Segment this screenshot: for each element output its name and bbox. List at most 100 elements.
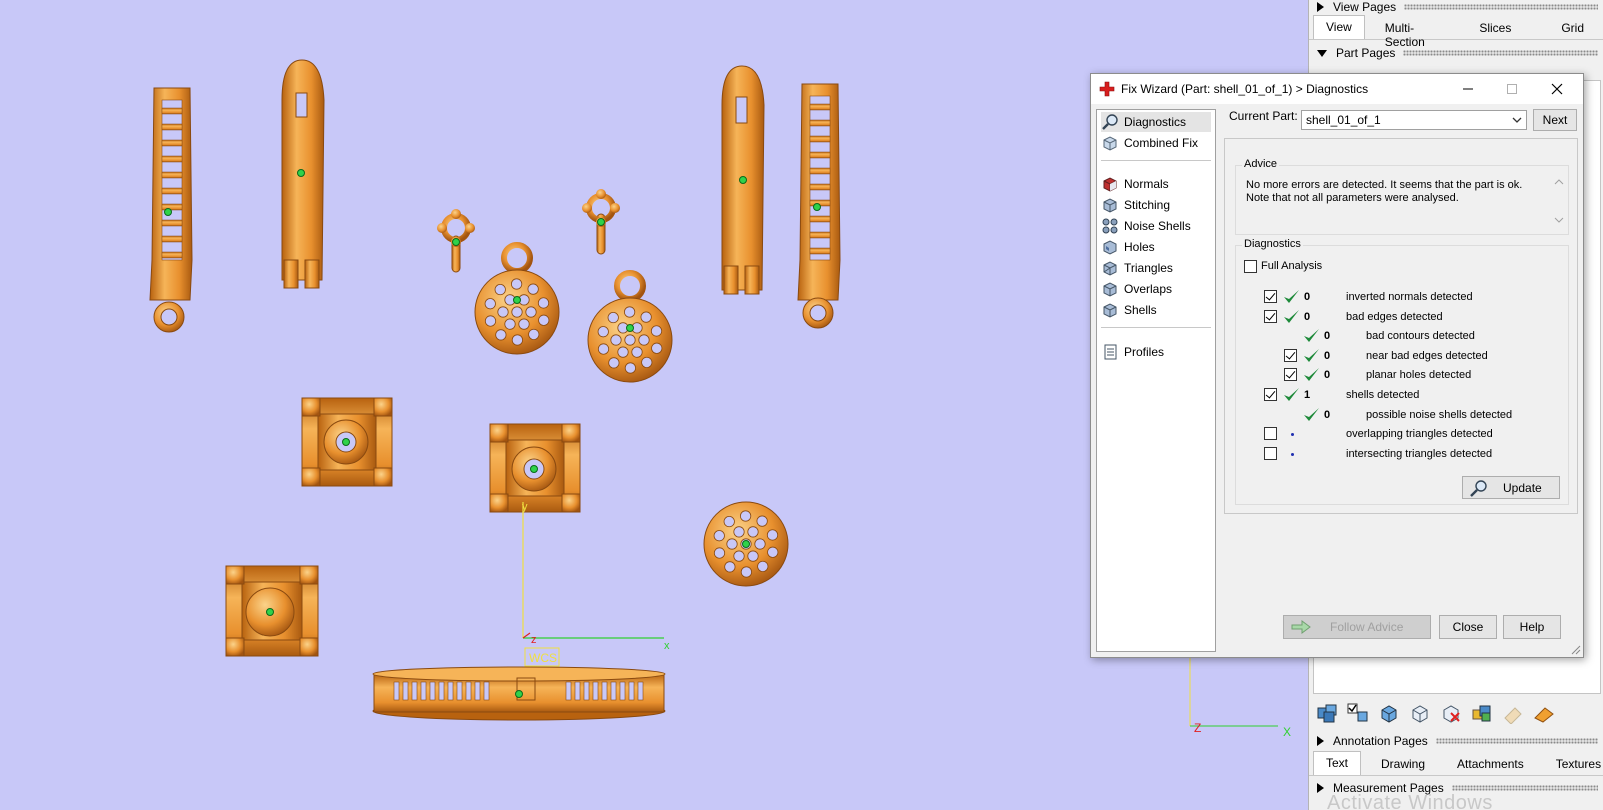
wcs-axes: y z x WCS	[522, 501, 670, 667]
round-pendant-part[interactable]	[703, 501, 789, 587]
nav-label-shells: Shells	[1124, 303, 1157, 317]
parts-cubes-icon[interactable]	[1313, 700, 1341, 726]
nav-label-profiles: Profiles	[1124, 345, 1165, 359]
ok-check-icon	[1304, 368, 1319, 382]
annotation-pages-tabbar: Text Drawing Attachments Textures	[1309, 751, 1603, 776]
diagnostic-checkbox[interactable]	[1264, 388, 1277, 401]
next-button[interactable]: Next	[1533, 109, 1577, 131]
magnifier-icon	[1101, 113, 1119, 131]
square-bead-part[interactable]	[301, 397, 393, 487]
pendant-hole	[757, 560, 769, 573]
nav-item-combined-fix[interactable]: Combined Fix	[1101, 133, 1211, 153]
ok-check-icon	[1304, 329, 1319, 343]
axis2-z-label: Z	[1194, 721, 1201, 735]
annotation-pages-label: Annotation Pages	[1333, 734, 1428, 748]
flat-strip-part[interactable]	[281, 59, 325, 289]
tab-view[interactable]: View	[1313, 15, 1365, 39]
pendant-hole	[754, 538, 766, 550]
round-pendant-part[interactable]	[587, 270, 673, 383]
tab-grid[interactable]: Grid	[1549, 17, 1596, 39]
pendant-hole	[497, 306, 509, 318]
advice-scrollbar[interactable]	[1552, 176, 1566, 226]
tab-textures[interactable]: Textures	[1544, 753, 1603, 775]
minimize-button[interactable]	[1446, 74, 1490, 104]
advice-title: Advice	[1242, 158, 1280, 170]
pendant-hole	[650, 325, 663, 337]
tab-drawing[interactable]: Drawing	[1369, 753, 1437, 775]
nav-item-triangles[interactable]: Triangles	[1101, 258, 1211, 278]
annotation-pages-header[interactable]: Annotation Pages	[1309, 730, 1603, 752]
full-analysis-checkbox[interactable]	[1244, 260, 1257, 273]
maximize-icon	[1507, 84, 1517, 94]
noise-shells-icon	[1101, 217, 1119, 235]
header-dots	[1435, 738, 1598, 744]
pendant-hole	[610, 334, 622, 346]
follow-advice-button[interactable]: Follow Advice	[1283, 615, 1431, 639]
part-disabled-icon[interactable]	[1499, 700, 1527, 726]
nav-item-profiles[interactable]: Profiles	[1101, 342, 1211, 362]
nav-item-shells[interactable]: Shells	[1101, 300, 1211, 320]
diagnostic-checkbox[interactable]	[1264, 290, 1277, 303]
arrow-right-icon	[1291, 620, 1311, 634]
pendant-hole	[511, 278, 523, 290]
nav-item-noise-shells[interactable]: Noise Shells	[1101, 216, 1211, 236]
dialog-titlebar[interactable]: Fix Wizard (Part: shell_01_of_1) > Diagn…	[1091, 74, 1583, 104]
pendant-hole	[504, 318, 516, 330]
part-orange-icon[interactable]	[1530, 700, 1558, 726]
part-toolbar	[1309, 698, 1603, 728]
nav-item-diagnostics[interactable]: Diagnostics	[1101, 112, 1211, 132]
delete-part-icon[interactable]	[1437, 700, 1465, 726]
small-charm-part[interactable]	[437, 209, 475, 273]
diagnostics-title: Diagnostics	[1242, 238, 1303, 250]
diagnostic-checkbox[interactable]	[1264, 427, 1277, 441]
maximize-button[interactable]	[1490, 74, 1534, 104]
nav-item-overlaps[interactable]: Overlaps	[1101, 279, 1211, 299]
tab-text[interactable]: Text	[1313, 751, 1362, 775]
diagnostic-row: 0 near bad edges detected	[1236, 347, 1576, 367]
tab-attachments[interactable]: Attachments	[1445, 753, 1536, 775]
square-bead-part[interactable]	[489, 423, 581, 513]
nav-item-normals[interactable]: Normals	[1101, 174, 1211, 194]
round-pendant-part[interactable]	[474, 242, 560, 355]
ring-band-part[interactable]	[372, 666, 666, 721]
small-charm-part[interactable]	[582, 189, 620, 255]
merge-parts-icon[interactable]	[1468, 700, 1496, 726]
header-dots	[1404, 4, 1598, 10]
pendant-hole	[724, 561, 736, 573]
update-button[interactable]: Update	[1462, 476, 1560, 499]
diagnostic-checkbox[interactable]	[1284, 368, 1297, 382]
square-bead-part[interactable]	[225, 565, 319, 657]
diagnostic-checkbox[interactable]	[1264, 309, 1277, 323]
diagnostic-label: bad edges detected	[1346, 310, 1443, 323]
close-button[interactable]: Close	[1439, 615, 1497, 639]
select-parts-icon[interactable]	[1344, 700, 1372, 726]
nav-item-stitching[interactable]: Stitching	[1101, 195, 1211, 215]
wcs-label: WCS	[529, 651, 557, 665]
ladder-band-part[interactable]	[149, 87, 193, 333]
cube-wire-icon[interactable]	[1406, 700, 1434, 726]
view-axis-indicator: Z X	[1189, 658, 1291, 739]
diagnostic-label: possible noise shells detected	[1366, 408, 1513, 421]
flat-strip-part[interactable]	[721, 65, 765, 295]
close-window-button[interactable]	[1535, 74, 1579, 104]
expand-arrow-icon	[1317, 49, 1327, 57]
axis-z-label: z	[531, 634, 537, 646]
current-part-label: Current Part:	[1229, 109, 1298, 123]
cube-blue-icon[interactable]	[1375, 700, 1403, 726]
pendant-hole	[607, 311, 619, 324]
part-pages-header[interactable]: Part Pages	[1309, 42, 1603, 64]
diagnostic-checkbox[interactable]	[1264, 446, 1277, 460]
diagnostic-checkbox[interactable]	[1284, 348, 1297, 362]
nav-label-combined-fix: Combined Fix	[1124, 136, 1199, 150]
help-button[interactable]: Help	[1503, 615, 1561, 639]
resize-grip-icon[interactable]	[1571, 645, 1581, 655]
diagnostic-count: 0	[1304, 291, 1311, 303]
tab-multi-section[interactable]: Multi-Section	[1373, 17, 1450, 49]
tab-slices[interactable]: Slices	[1467, 17, 1523, 39]
nav-item-holes[interactable]: Holes	[1101, 237, 1211, 257]
advice-group: Advice No more errors are detected. It s…	[1235, 158, 1569, 235]
ladder-band-part[interactable]	[797, 83, 841, 329]
pendant-hole	[617, 346, 629, 358]
current-part-select[interactable]: shell_01_of_1	[1301, 110, 1527, 130]
activation-watermark: Activate Windows	[1327, 792, 1493, 810]
